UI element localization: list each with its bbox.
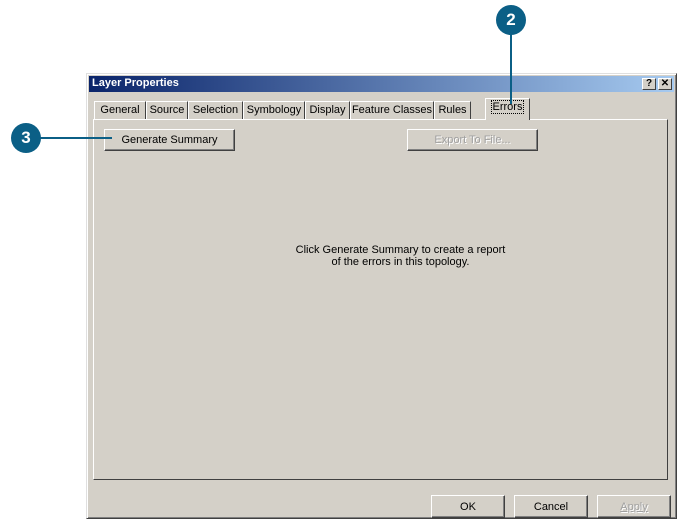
close-icon: ✕	[660, 78, 670, 89]
instruction-line-1: Click Generate Summary to create a repor…	[295, 244, 506, 256]
step-3-callout: 3	[11, 123, 41, 153]
step-3-number: 3	[21, 128, 31, 147]
close-button[interactable]: ✕	[658, 78, 672, 90]
instruction-line-2: of the errors in this topology.	[331, 256, 470, 268]
layer-properties-dialog: Layer Properties ? ✕ General Source Sele…	[86, 73, 677, 519]
step-2-callout: 2	[496, 5, 526, 35]
generate-summary-button[interactable]: Generate Summary	[104, 129, 235, 151]
tab-selection[interactable]: Selection	[188, 101, 243, 119]
tab-display[interactable]: Display	[305, 101, 350, 119]
step-2-leader-line	[510, 34, 512, 104]
tab-selection-label: Selection	[192, 104, 239, 116]
tab-symbology[interactable]: Symbology	[243, 101, 305, 119]
tab-errors-label: Errors	[490, 100, 525, 114]
window-title: Layer Properties	[92, 77, 179, 89]
tab-display-label: Display	[309, 104, 346, 116]
tab-general[interactable]: General	[94, 101, 146, 119]
tab-general-label: General	[100, 104, 140, 116]
tab-rules[interactable]: Rules	[434, 101, 471, 119]
errors-tab-panel: Generate Summary Export To File... Click…	[93, 119, 668, 480]
tab-errors[interactable]: Errors	[485, 98, 530, 120]
title-bar[interactable]: Layer Properties ? ✕	[89, 76, 674, 92]
tab-feature-classes-label: Feature Classes	[351, 104, 433, 116]
tab-rules-label: Rules	[438, 104, 467, 116]
tab-source[interactable]: Source	[146, 101, 188, 119]
help-icon: ?	[645, 78, 653, 89]
step-3-leader-line	[40, 137, 112, 139]
step-2-number: 2	[506, 10, 516, 29]
tab-source-label: Source	[149, 104, 185, 116]
summary-instruction-text: Click Generate Summary to create a repor…	[94, 244, 667, 268]
export-to-file-button[interactable]: Export To File...	[407, 129, 538, 151]
tab-feature-classes[interactable]: Feature Classes	[350, 101, 434, 119]
ok-button[interactable]: OK	[431, 495, 505, 518]
help-button[interactable]: ?	[642, 78, 656, 90]
apply-button[interactable]: Apply	[597, 495, 671, 518]
cancel-button[interactable]: Cancel	[514, 495, 588, 518]
tab-symbology-label: Symbology	[246, 104, 302, 116]
